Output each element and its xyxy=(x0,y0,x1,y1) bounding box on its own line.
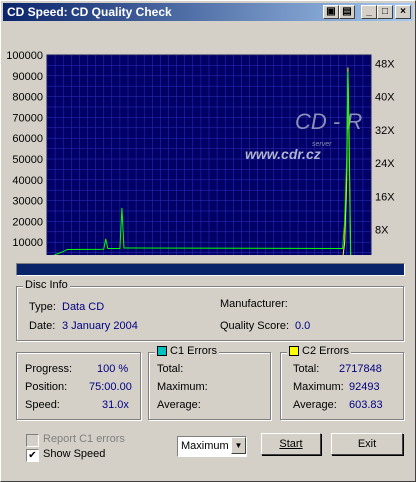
position-label: Position: xyxy=(25,381,68,393)
c1-average-label: Average: xyxy=(157,399,201,411)
help-icon[interactable]: ▣ xyxy=(323,5,339,19)
app-window: CD Speed: CD Quality Check ▣ ▤ _ □ × CD … xyxy=(0,0,416,482)
c2-errors-group: C2 Errors Total: 2717848 Maximum: 92493 … xyxy=(280,345,404,420)
y-tick-label: 80000 xyxy=(12,92,43,104)
c2-errors-title: C2 Errors xyxy=(287,345,352,357)
y-tick-label: 40000 xyxy=(12,175,43,187)
manufacturer-label: Manufacturer: xyxy=(220,298,288,310)
y-tick-label: 60000 xyxy=(12,133,43,145)
save-icon[interactable]: ▤ xyxy=(339,5,355,19)
close-icon[interactable]: × xyxy=(395,5,411,19)
range-select[interactable]: Maximum ▼ xyxy=(177,436,247,457)
chart-svg: CD - Rserverwww.cdr.cz010203040506070800… xyxy=(6,50,395,279)
show-speed-label: Show Speed xyxy=(43,448,106,460)
c2-average-value: 603.83 xyxy=(349,399,383,411)
y2-tick-label: 40X xyxy=(375,92,395,104)
speed-label: Speed: xyxy=(25,399,60,411)
maximize-icon[interactable]: □ xyxy=(377,5,393,19)
progress-fill xyxy=(17,264,404,275)
c1-errors-title-text: C1 Errors xyxy=(170,345,218,357)
c1-total-label: Total: xyxy=(157,363,184,375)
start-button-label: Start xyxy=(279,438,303,450)
c2-maximum-value: 92493 xyxy=(349,381,380,393)
quality-score-label: Quality Score: xyxy=(220,320,290,332)
y2-tick-label: 32X xyxy=(375,125,395,137)
position-value: 75:00.00 xyxy=(89,381,132,393)
disc-info-group: Disc Info Type: Data CD Date: 3 January … xyxy=(16,279,404,341)
c1-maximum-label: Maximum: xyxy=(157,381,208,393)
range-select-value: Maximum xyxy=(181,440,229,452)
c2-average-label: Average: xyxy=(293,399,337,411)
c2-color-swatch xyxy=(289,346,299,357)
y-tick-label: 90000 xyxy=(12,71,43,83)
speed-value: 31.0x xyxy=(102,399,129,411)
y2-tick-label: 24X xyxy=(375,158,395,170)
report-c1-checkbox[interactable] xyxy=(26,434,39,447)
c2-total-value: 2717848 xyxy=(339,363,382,375)
y2-tick-label: 48X xyxy=(375,58,395,70)
progress-label: Progress: xyxy=(25,363,73,375)
status-group: Progress: 100 % Position: 75:00.00 Speed… xyxy=(16,352,141,420)
quality-score-value: 0.0 xyxy=(295,320,311,332)
c1-errors-group: C1 Errors Total: Maximum: Average: xyxy=(148,345,271,420)
type-label: Type: xyxy=(29,301,56,313)
y-tick-label: 70000 xyxy=(12,112,43,124)
minimize-icon[interactable]: _ xyxy=(361,5,377,19)
y2-tick-label: 16X xyxy=(375,191,395,203)
y-tick-label: 20000 xyxy=(12,216,43,228)
watermark-url: www.cdr.cz xyxy=(245,146,321,162)
exit-button-label: Exit xyxy=(357,438,377,450)
window-title: CD Speed: CD Quality Check xyxy=(7,5,172,19)
y-tick-label: 50000 xyxy=(12,154,43,166)
show-speed-checkbox[interactable]: ✔ xyxy=(26,449,39,462)
y2-tick-label: 8X xyxy=(375,225,389,237)
disc-info-title: Disc Info xyxy=(23,279,70,291)
start-button[interactable]: Start xyxy=(261,433,321,455)
watermark-logo: CD - R xyxy=(295,109,362,134)
y-tick-label: 100000 xyxy=(6,50,43,62)
report-c1-label: Report C1 errors xyxy=(43,433,125,445)
title-bar[interactable]: CD Speed: CD Quality Check ▣ ▤ _ □ × xyxy=(3,3,413,21)
c1-color-swatch xyxy=(157,346,167,357)
type-value: Data CD xyxy=(62,301,105,313)
date-value: 3 January 2004 xyxy=(62,320,138,332)
c2-total-label: Total: xyxy=(293,363,320,375)
date-label: Date: xyxy=(29,320,56,332)
y-tick-label: 10000 xyxy=(12,237,43,249)
progress-bar xyxy=(16,263,405,276)
quality-chart: CD - Rserverwww.cdr.cz010203040506070800… xyxy=(3,25,413,279)
y-tick-label: 30000 xyxy=(12,196,43,208)
chevron-down-icon[interactable]: ▼ xyxy=(231,437,246,454)
c2-errors-title-text: C2 Errors xyxy=(302,345,350,357)
options-area: Report C1 errors ✔ Show Speed Maximum ▼ … xyxy=(16,427,404,467)
progress-value: 100 % xyxy=(97,363,129,375)
c2-maximum-label: Maximum: xyxy=(293,381,344,393)
c1-errors-title: C1 Errors xyxy=(155,345,220,357)
exit-button[interactable]: Exit xyxy=(331,433,403,455)
